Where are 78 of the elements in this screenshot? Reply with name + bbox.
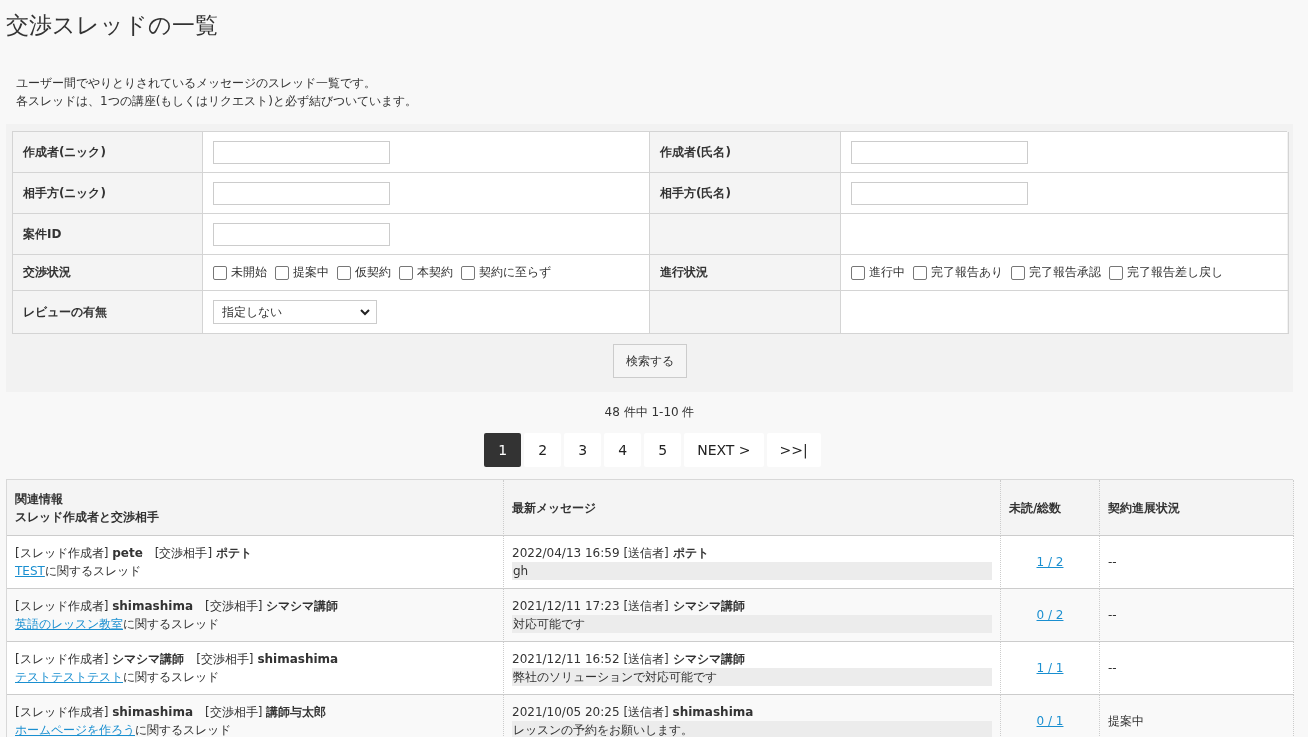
checkbox-label: 完了報告あり <box>931 264 1003 281</box>
thread-topic: TESTに関するスレッド <box>15 563 142 580</box>
message-meta: 2021/10/05 20:25 [送信者] shimashima <box>512 704 755 721</box>
checkbox-label: 契約に至らず <box>479 264 551 281</box>
checkbox-label: 完了報告承認 <box>1029 264 1101 281</box>
page-link[interactable]: 3 <box>564 433 602 467</box>
column-header: 未読/総数 <box>1009 499 1063 517</box>
message-body: レッスンの予約をお願いします。 <box>512 721 992 737</box>
message-body: 対応可能です <box>512 615 992 633</box>
page-link[interactable]: 1 <box>484 433 522 467</box>
thread-parties: [スレッド作成者] shimashima [交渉相手] シマシマ講師 <box>15 598 340 615</box>
column-header: 最新メッセージ <box>512 499 597 517</box>
thread-topic: ホームページを作ろう に関するスレッド <box>15 722 232 737</box>
thread-topic: テストテストテスト に関するスレッド <box>15 669 220 686</box>
search-button[interactable]: 検索する <box>612 344 687 378</box>
checkbox-label: 未開始 <box>231 264 267 281</box>
checkbox[interactable] <box>275 265 289 280</box>
description-text: ユーザー間でやりとりされているメッセージのスレッド一覧です。 <box>16 75 377 92</box>
text-input-field[interactable] <box>213 222 390 246</box>
text-input-field[interactable] <box>213 181 390 205</box>
page-link[interactable]: NEXT > <box>684 433 764 467</box>
checkbox[interactable] <box>213 265 227 280</box>
text-input-field[interactable] <box>851 181 1028 205</box>
message-body: 弊社のソリューションで対応可能です <box>512 668 992 686</box>
thread-parties: [スレッド作成者] pete [交渉相手] ポテト <box>15 545 253 562</box>
field-label: 相手方(氏名) <box>660 184 731 202</box>
caret-icon <box>360 308 370 316</box>
text-input-field[interactable] <box>213 140 390 164</box>
result-count: 48 件中 1-10 件 <box>603 404 696 421</box>
field-label: 相手方(ニック) <box>23 184 106 202</box>
contract-status: -- <box>1108 660 1118 677</box>
contract-status: 提案中 <box>1108 713 1145 730</box>
field-label: レビューの有無 <box>23 303 107 321</box>
topic-link[interactable]: テストテストテスト <box>15 670 123 684</box>
message-meta: 2021/12/11 16:52 [送信者] シマシマ講師 <box>512 651 746 668</box>
field-label: 案件ID <box>23 225 62 243</box>
page-link[interactable]: 4 <box>604 433 642 467</box>
contract-status: -- <box>1108 607 1118 624</box>
checkbox[interactable] <box>851 265 865 280</box>
page-link[interactable]: >>| <box>766 433 821 467</box>
thread-topic: 英語のレッスン教室に関するスレッド <box>15 616 220 633</box>
checkbox[interactable] <box>913 265 927 280</box>
checkbox[interactable] <box>337 265 351 280</box>
checkbox-label: 進行中 <box>869 264 905 281</box>
checkbox-label: 完了報告差し戻し <box>1127 264 1223 281</box>
field-label: 作成者(ニック) <box>23 143 106 161</box>
topic-link[interactable]: TEST <box>15 564 45 578</box>
message-count-link[interactable]: 0 / 2 <box>1036 606 1064 624</box>
checkbox-label: 仮契約 <box>355 264 391 281</box>
message-body: gh <box>512 562 992 580</box>
checkbox[interactable] <box>461 265 475 280</box>
page-link[interactable]: 5 <box>644 433 682 467</box>
message-meta: 2022/04/13 16:59 [送信者] ポテト <box>512 545 710 562</box>
text-input-field[interactable] <box>851 140 1028 164</box>
field-label: 作成者(氏名) <box>660 143 731 161</box>
review-select[interactable]: 指定しない <box>213 300 377 324</box>
checkbox[interactable] <box>1109 265 1123 280</box>
topic-link[interactable]: 英語のレッスン教室 <box>15 617 123 631</box>
message-meta: 2021/12/11 17:23 [送信者] シマシマ講師 <box>512 598 746 615</box>
message-count-link[interactable]: 0 / 1 <box>1036 712 1064 730</box>
message-count-link[interactable]: 1 / 1 <box>1036 659 1064 677</box>
column-header: スレッド作成者と交渉相手 <box>15 508 160 526</box>
column-header: 契約進展状況 <box>1108 499 1181 517</box>
field-label: 交渉状況 <box>23 264 71 281</box>
contract-status: -- <box>1108 554 1118 571</box>
page-link[interactable]: 2 <box>524 433 562 467</box>
field-label: 進行状況 <box>660 264 708 281</box>
column-header: 関連情報 <box>15 490 64 508</box>
description-text: 各スレッドは、1つの講座(もしくはリクエスト)と必ず結びついています。 <box>16 93 418 110</box>
checkbox-label: 本契約 <box>417 264 453 281</box>
checkbox[interactable] <box>399 265 413 280</box>
topic-link[interactable]: ホームページを作ろう <box>15 723 135 737</box>
message-count-link[interactable]: 1 / 2 <box>1036 553 1064 571</box>
checkbox[interactable] <box>1011 265 1025 280</box>
thread-parties: [スレッド作成者] shimashima [交渉相手] 講師与太郎 <box>15 704 328 721</box>
checkbox-label: 提案中 <box>293 264 329 281</box>
page-title: 交渉スレッドの一覧 <box>6 11 219 40</box>
thread-parties: [スレッド作成者] シマシマ講師 [交渉相手] shimashima <box>15 651 340 668</box>
